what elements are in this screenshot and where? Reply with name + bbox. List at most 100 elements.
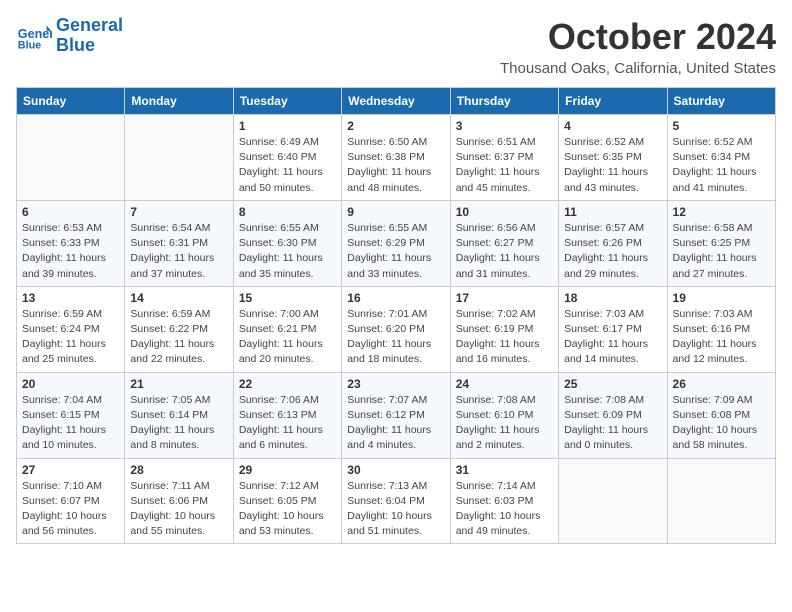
calendar-weekday-tuesday: Tuesday (233, 88, 341, 115)
day-info: Sunrise: 7:05 AM Sunset: 6:14 PM Dayligh… (130, 393, 227, 454)
day-info: Sunrise: 7:04 AM Sunset: 6:15 PM Dayligh… (22, 393, 119, 454)
calendar-cell: 7 Sunrise: 6:54 AM Sunset: 6:31 PM Daylig… (125, 200, 233, 286)
calendar-weekday-saturday: Saturday (667, 88, 775, 115)
svg-text:Blue: Blue (18, 39, 41, 51)
day-info: Sunrise: 6:59 AM Sunset: 6:22 PM Dayligh… (130, 307, 227, 368)
day-number: 3 (456, 119, 553, 133)
calendar-cell: 4Sunrise: 6:52 AM Sunset: 6:35 PM Daylig… (559, 115, 667, 201)
day-number: 26 (673, 377, 770, 391)
calendar-weekday-monday: Monday (125, 88, 233, 115)
day-info: Sunrise: 6:53 AM Sunset: 6:33 PM Dayligh… (22, 221, 119, 282)
calendar-weekday-wednesday: Wednesday (342, 88, 450, 115)
day-number: 11 (564, 205, 661, 219)
logo-blue: Blue (56, 36, 123, 56)
day-number: 1 (239, 119, 336, 133)
day-number: 21 (130, 377, 227, 391)
calendar-cell: 20 Sunrise: 7:04 AM Sunset: 6:15 PM Dayli… (17, 372, 125, 458)
calendar-week-row: 20 Sunrise: 7:04 AM Sunset: 6:15 PM Dayli… (17, 372, 776, 458)
calendar-cell: 17 Sunrise: 7:02 AM Sunset: 6:19 PM Dayli… (450, 286, 558, 372)
calendar-cell (667, 458, 775, 544)
calendar-cell: 30 Sunrise: 7:13 AM Sunset: 6:04 PM Dayli… (342, 458, 450, 544)
day-number: 7 (130, 205, 227, 219)
day-number: 14 (130, 291, 227, 305)
title-area: October 2024 Thousand Oaks, California, … (500, 16, 776, 77)
day-number: 22 (239, 377, 336, 391)
day-info: Sunrise: 6:52 AM Sunset: 6:34 PM Dayligh… (673, 135, 770, 196)
day-number: 19 (673, 291, 770, 305)
day-number: 13 (22, 291, 119, 305)
logo-icon: General Blue (16, 18, 52, 54)
day-info: Sunrise: 7:08 AM Sunset: 6:09 PM Dayligh… (564, 393, 661, 454)
day-number: 30 (347, 463, 444, 477)
calendar-cell: 16 Sunrise: 7:01 AM Sunset: 6:20 PM Dayli… (342, 286, 450, 372)
calendar-cell: 28Sunrise: 7:11 AM Sunset: 6:06 PM Dayli… (125, 458, 233, 544)
calendar-week-row: 13 Sunrise: 6:59 AM Sunset: 6:24 PM Dayli… (17, 286, 776, 372)
day-number: 9 (347, 205, 444, 219)
calendar-cell: 31 Sunrise: 7:14 AM Sunset: 6:03 PM Dayli… (450, 458, 558, 544)
day-info: Sunrise: 6:51 AM Sunset: 6:37 PM Dayligh… (456, 135, 553, 196)
day-info: Sunrise: 7:03 AM Sunset: 6:17 PM Dayligh… (564, 307, 661, 368)
day-number: 5 (673, 119, 770, 133)
day-info: Sunrise: 7:14 AM Sunset: 6:03 PM Dayligh… (456, 479, 553, 540)
calendar-cell: 11 Sunrise: 6:57 AM Sunset: 6:26 PM Dayli… (559, 200, 667, 286)
calendar-cell: 10Sunrise: 6:56 AM Sunset: 6:27 PM Dayli… (450, 200, 558, 286)
day-number: 29 (239, 463, 336, 477)
calendar-cell: 15Sunrise: 7:00 AM Sunset: 6:21 PM Dayli… (233, 286, 341, 372)
day-info: Sunrise: 7:07 AM Sunset: 6:12 PM Dayligh… (347, 393, 444, 454)
day-number: 10 (456, 205, 553, 219)
day-number: 12 (673, 205, 770, 219)
calendar-table: SundayMondayTuesdayWednesdayThursdayFrid… (16, 87, 776, 544)
calendar-cell: 29 Sunrise: 7:12 AM Sunset: 6:05 PM Dayli… (233, 458, 341, 544)
day-number: 25 (564, 377, 661, 391)
day-number: 17 (456, 291, 553, 305)
calendar-cell: 25 Sunrise: 7:08 AM Sunset: 6:09 PM Dayli… (559, 372, 667, 458)
day-info: Sunrise: 7:10 AM Sunset: 6:07 PM Dayligh… (22, 479, 119, 540)
calendar-cell (559, 458, 667, 544)
calendar-header-row: SundayMondayTuesdayWednesdayThursdayFrid… (17, 88, 776, 115)
month-title: October 2024 (500, 16, 776, 58)
day-info: Sunrise: 6:55 AM Sunset: 6:29 PM Dayligh… (347, 221, 444, 282)
day-info: Sunrise: 7:11 AM Sunset: 6:06 PM Dayligh… (130, 479, 227, 540)
day-info: Sunrise: 7:12 AM Sunset: 6:05 PM Dayligh… (239, 479, 336, 540)
day-info: Sunrise: 7:01 AM Sunset: 6:20 PM Dayligh… (347, 307, 444, 368)
day-info: Sunrise: 7:03 AM Sunset: 6:16 PM Dayligh… (673, 307, 770, 368)
day-number: 31 (456, 463, 553, 477)
location-subtitle: Thousand Oaks, California, United States (500, 60, 776, 77)
day-info: Sunrise: 7:08 AM Sunset: 6:10 PM Dayligh… (456, 393, 553, 454)
day-info: Sunrise: 7:02 AM Sunset: 6:19 PM Dayligh… (456, 307, 553, 368)
calendar-cell: 5 Sunrise: 6:52 AM Sunset: 6:34 PM Daylig… (667, 115, 775, 201)
day-info: Sunrise: 7:09 AM Sunset: 6:08 PM Dayligh… (673, 393, 770, 454)
calendar-weekday-sunday: Sunday (17, 88, 125, 115)
calendar-weekday-friday: Friday (559, 88, 667, 115)
calendar-cell: 22Sunrise: 7:06 AM Sunset: 6:13 PM Dayli… (233, 372, 341, 458)
day-info: Sunrise: 6:55 AM Sunset: 6:30 PM Dayligh… (239, 221, 336, 282)
calendar-cell: 12 Sunrise: 6:58 AM Sunset: 6:25 PM Dayli… (667, 200, 775, 286)
day-info: Sunrise: 6:59 AM Sunset: 6:24 PM Dayligh… (22, 307, 119, 368)
day-info: Sunrise: 6:54 AM Sunset: 6:31 PM Dayligh… (130, 221, 227, 282)
calendar-cell: 13 Sunrise: 6:59 AM Sunset: 6:24 PM Dayli… (17, 286, 125, 372)
day-info: Sunrise: 7:00 AM Sunset: 6:21 PM Dayligh… (239, 307, 336, 368)
calendar-cell: 6 Sunrise: 6:53 AM Sunset: 6:33 PM Daylig… (17, 200, 125, 286)
calendar-cell (125, 115, 233, 201)
logo-general: General (56, 16, 123, 36)
day-number: 6 (22, 205, 119, 219)
day-number: 16 (347, 291, 444, 305)
calendar-week-row: 27Sunrise: 7:10 AM Sunset: 6:07 PM Dayli… (17, 458, 776, 544)
day-number: 4 (564, 119, 661, 133)
calendar-cell: 1Sunrise: 6:49 AM Sunset: 6:40 PM Daylig… (233, 115, 341, 201)
calendar-cell: 23 Sunrise: 7:07 AM Sunset: 6:12 PM Dayli… (342, 372, 450, 458)
calendar-cell: 2Sunrise: 6:50 AM Sunset: 6:38 PM Daylig… (342, 115, 450, 201)
calendar-cell: 14 Sunrise: 6:59 AM Sunset: 6:22 PM Dayli… (125, 286, 233, 372)
header: General Blue General Blue October 2024 T… (16, 16, 776, 77)
calendar-cell: 24Sunrise: 7:08 AM Sunset: 6:10 PM Dayli… (450, 372, 558, 458)
day-info: Sunrise: 6:57 AM Sunset: 6:26 PM Dayligh… (564, 221, 661, 282)
calendar-cell: 8Sunrise: 6:55 AM Sunset: 6:30 PM Daylig… (233, 200, 341, 286)
day-number: 23 (347, 377, 444, 391)
calendar-cell: 9 Sunrise: 6:55 AM Sunset: 6:29 PM Daylig… (342, 200, 450, 286)
day-info: Sunrise: 6:58 AM Sunset: 6:25 PM Dayligh… (673, 221, 770, 282)
calendar-week-row: 6 Sunrise: 6:53 AM Sunset: 6:33 PM Daylig… (17, 200, 776, 286)
day-number: 2 (347, 119, 444, 133)
calendar-week-row: 1Sunrise: 6:49 AM Sunset: 6:40 PM Daylig… (17, 115, 776, 201)
day-info: Sunrise: 7:13 AM Sunset: 6:04 PM Dayligh… (347, 479, 444, 540)
day-number: 20 (22, 377, 119, 391)
